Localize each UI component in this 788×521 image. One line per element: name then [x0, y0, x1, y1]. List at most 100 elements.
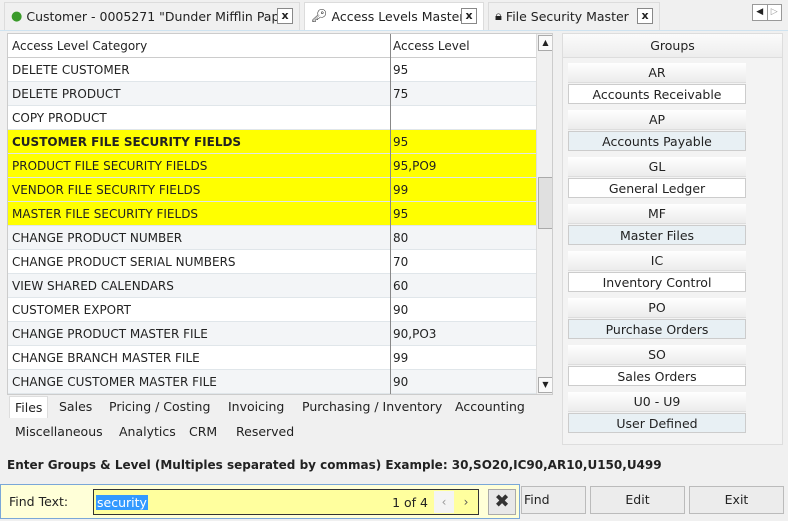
- grid-header: Access Level Category Access Level: [8, 34, 536, 58]
- level-cell[interactable]: 90,PO3: [393, 327, 436, 341]
- category-tab[interactable]: Invoicing: [223, 396, 289, 418]
- category-tab[interactable]: Miscellaneous: [10, 421, 108, 443]
- scroll-up-icon[interactable]: ▲: [538, 35, 552, 51]
- level-cell[interactable]: 80: [393, 231, 408, 245]
- group-name: Purchase Orders: [568, 319, 746, 339]
- table-row[interactable]: DELETE PRODUCT 75: [8, 82, 536, 106]
- table-row[interactable]: VIEW SHARED CALENDARS 60: [8, 274, 536, 298]
- document-tab-bar: ● Customer - 0005271 "Dunder Mifflin Pap…: [0, 0, 788, 30]
- find-button[interactable]: Find: [521, 486, 586, 514]
- group-name: Accounts Receivable: [568, 84, 746, 104]
- groups-title: Groups: [563, 34, 782, 58]
- header-category[interactable]: Access Level Category: [12, 39, 147, 53]
- vertical-scrollbar[interactable]: ▲ ▼: [536, 34, 552, 394]
- group-code-button[interactable]: AP: [568, 110, 746, 130]
- group-name: Inventory Control: [568, 272, 746, 292]
- group-code-button[interactable]: IC: [568, 251, 746, 271]
- level-cell[interactable]: 75: [393, 87, 408, 101]
- table-row[interactable]: CUSTOMER EXPORT 90: [8, 298, 536, 322]
- scroll-thumb[interactable]: [538, 177, 552, 229]
- level-cell[interactable]: 60: [393, 279, 408, 293]
- exit-button[interactable]: Exit: [689, 486, 784, 514]
- category-tab[interactable]: Files: [9, 396, 49, 418]
- table-row[interactable]: CHANGE CUSTOMER MASTER FILE 90: [8, 370, 536, 394]
- groups-panel: Groups AR Accounts Receivable AP Accounts P…: [562, 33, 783, 445]
- group-name: General Ledger: [568, 178, 746, 198]
- group-name: Accounts Payable: [568, 131, 746, 151]
- close-tab-button[interactable]: x: [461, 8, 477, 24]
- tab-access-levels-master[interactable]: 🔑︎ Access Levels Master x: [304, 2, 484, 30]
- level-cell[interactable]: 95: [393, 135, 408, 149]
- group-code-button[interactable]: GL: [568, 157, 746, 177]
- find-label: Find Text:: [9, 494, 69, 509]
- column-divider[interactable]: [390, 34, 391, 394]
- find-bar: Find Text: security 1 of 4 ‹ › ✖: [0, 484, 520, 519]
- next-match-button[interactable]: ›: [456, 491, 476, 513]
- close-tab-button[interactable]: x: [637, 8, 653, 24]
- group-name: Master Files: [568, 225, 746, 245]
- table-row[interactable]: CHANGE PRODUCT NUMBER 80: [8, 226, 536, 250]
- category-tab[interactable]: Analytics: [114, 421, 181, 443]
- category-cell: MASTER FILE SECURITY FIELDS: [12, 207, 199, 221]
- table-row[interactable]: CHANGE PRODUCT SERIAL NUMBERS 70: [8, 250, 536, 274]
- level-cell[interactable]: 90: [393, 303, 408, 317]
- table-row[interactable]: CHANGE BRANCH MASTER FILE 99: [8, 346, 536, 370]
- edit-button[interactable]: Edit: [590, 486, 685, 514]
- level-cell[interactable]: 99: [393, 183, 408, 197]
- instruction-text: Enter Groups & Level (Multiples separate…: [7, 458, 662, 472]
- category-cell: CHANGE PRODUCT SERIAL NUMBERS: [12, 255, 236, 269]
- find-input[interactable]: security 1 of 4 ‹ ›: [93, 489, 479, 515]
- level-cell[interactable]: 70: [393, 255, 408, 269]
- category-cell: CUSTOMER FILE SECURITY FIELDS: [12, 135, 242, 149]
- scroll-right-icon[interactable]: ▷: [768, 5, 782, 20]
- category-cell: CHANGE CUSTOMER MASTER FILE: [12, 375, 217, 389]
- group-code-button[interactable]: U0 - U9: [568, 392, 746, 412]
- tab-scroll: ◀ ▷: [752, 4, 782, 21]
- category-cell: DELETE CUSTOMER: [12, 63, 130, 77]
- category-cell: VENDOR FILE SECURITY FIELDS: [12, 183, 201, 197]
- category-tab[interactable]: Purchasing / Inventory: [297, 396, 447, 418]
- table-row[interactable]: PRODUCT FILE SECURITY FIELDS 95,PO9: [8, 154, 536, 178]
- category-cell: CHANGE PRODUCT MASTER FILE: [12, 327, 208, 341]
- level-cell[interactable]: 95: [393, 207, 408, 221]
- category-cell: VIEW SHARED CALENDARS: [12, 279, 174, 293]
- table-row[interactable]: CHANGE PRODUCT MASTER FILE 90,PO3: [8, 322, 536, 346]
- match-count: 1 of 4: [392, 495, 428, 510]
- group-code-button[interactable]: AR: [568, 63, 746, 83]
- level-cell[interactable]: 90: [393, 375, 408, 389]
- lock-icon: 🔒︎: [495, 9, 502, 24]
- category-tab[interactable]: Pricing / Costing: [104, 396, 215, 418]
- category-cell: PRODUCT FILE SECURITY FIELDS: [12, 159, 208, 173]
- category-tab[interactable]: CRM: [184, 421, 222, 443]
- table-row[interactable]: VENDOR FILE SECURITY FIELDS 99: [8, 178, 536, 202]
- close-find-button[interactable]: ✖: [488, 489, 516, 515]
- previous-match-button[interactable]: ‹: [434, 491, 454, 513]
- tab-label: Access Levels Master: [331, 9, 465, 24]
- category-tab[interactable]: Sales: [54, 396, 97, 418]
- header-level[interactable]: Access Level: [393, 39, 470, 53]
- group-name: User Defined: [568, 413, 746, 433]
- find-value: security: [96, 495, 148, 510]
- group-code-button[interactable]: MF: [568, 204, 746, 224]
- scroll-left-icon[interactable]: ◀: [753, 5, 768, 20]
- level-cell[interactable]: 95,PO9: [393, 159, 436, 173]
- scroll-down-icon[interactable]: ▼: [538, 377, 552, 393]
- group-code-button[interactable]: SO: [568, 345, 746, 365]
- tab-file-security-master[interactable]: 🔒︎ File Security Master x: [488, 2, 660, 30]
- level-cell[interactable]: 99: [393, 351, 408, 365]
- table-row[interactable]: MASTER FILE SECURITY FIELDS 95: [8, 202, 536, 226]
- category-tab[interactable]: Reserved: [231, 421, 299, 443]
- close-tab-button[interactable]: x: [277, 8, 293, 24]
- group-code-button[interactable]: PO: [568, 298, 746, 318]
- category-cell: CHANGE BRANCH MASTER FILE: [12, 351, 200, 365]
- tab-label: Customer - 0005271 "Dunder Mifflin Pap: [26, 9, 280, 24]
- category-tab[interactable]: Accounting: [450, 396, 530, 418]
- level-cell[interactable]: 95: [393, 63, 408, 77]
- table-row[interactable]: CUSTOMER FILE SECURITY FIELDS 95: [8, 130, 536, 154]
- tab-customer[interactable]: ● Customer - 0005271 "Dunder Mifflin Pap…: [4, 2, 300, 30]
- key-icon: 🔑︎: [311, 9, 328, 24]
- group-name: Sales Orders: [568, 366, 746, 386]
- table-row[interactable]: COPY PRODUCT: [8, 106, 536, 130]
- category-cell: DELETE PRODUCT: [12, 87, 121, 101]
- table-row[interactable]: DELETE CUSTOMER 95: [8, 58, 536, 82]
